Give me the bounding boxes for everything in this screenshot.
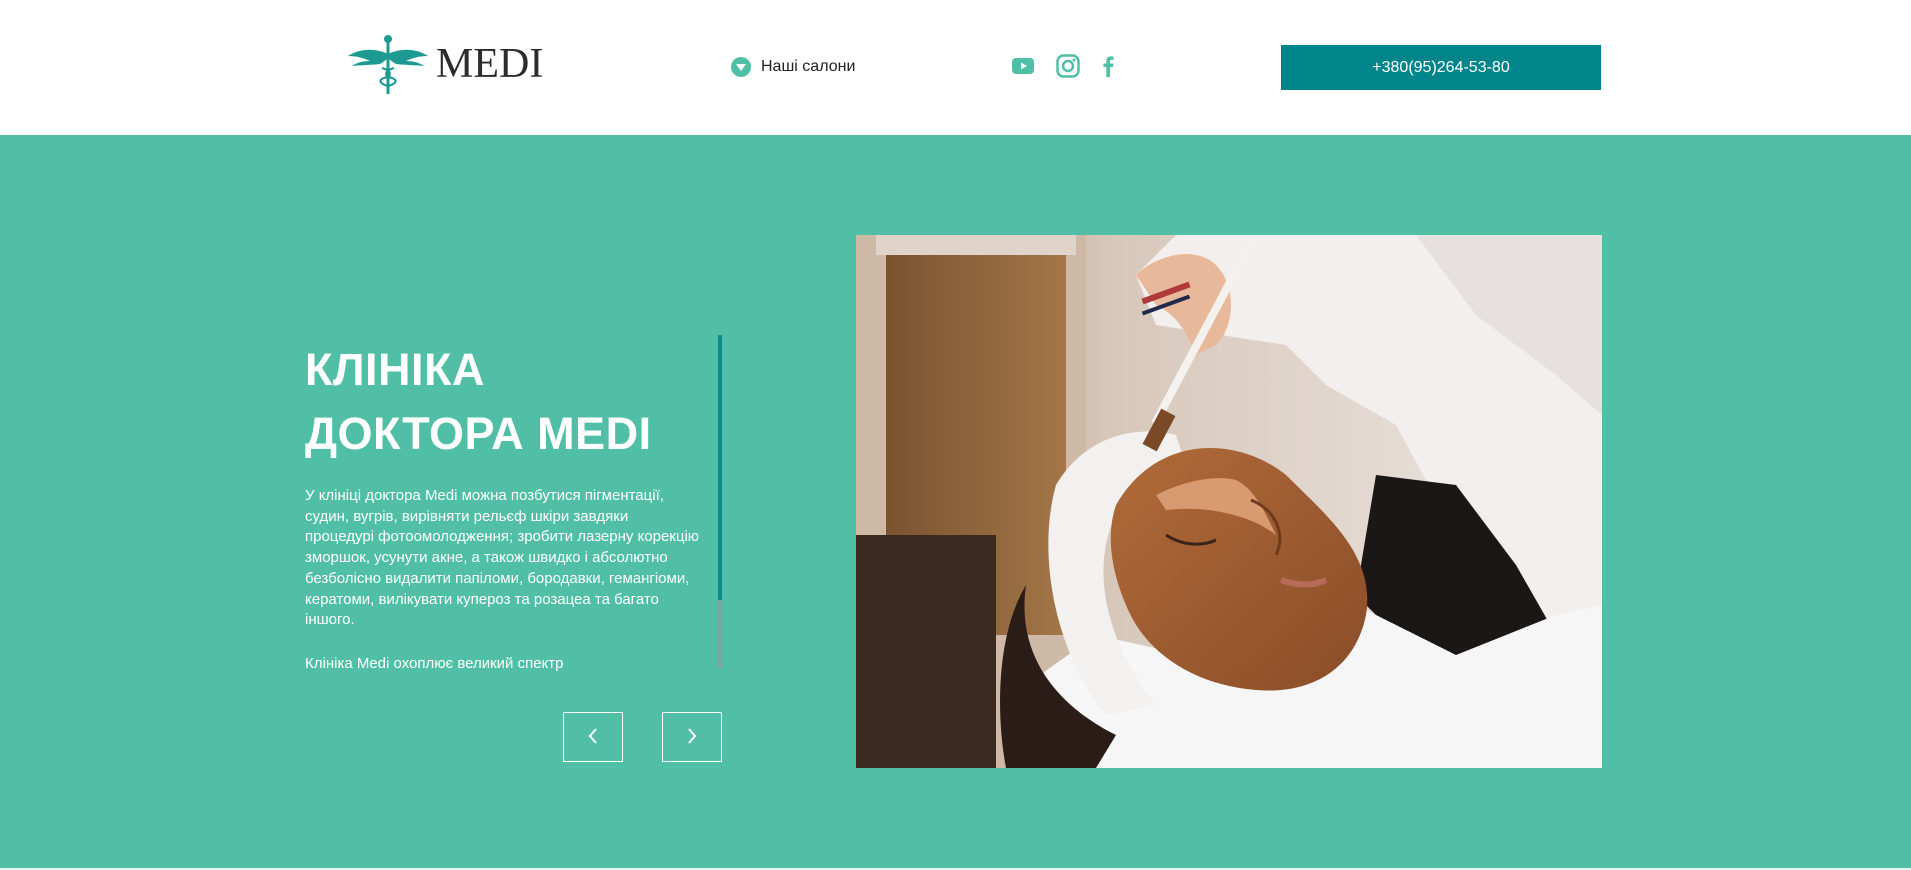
salons-dropdown[interactable]: Наші салони <box>731 57 855 77</box>
logo[interactable]: MEDI <box>346 34 543 94</box>
text-scrollbar-thumb[interactable] <box>718 335 722 600</box>
site-header: MEDI Наші салони +380(95)264-53-80 <box>0 0 1911 135</box>
phone-button[interactable]: +380(95)264-53-80 <box>1281 45 1601 90</box>
hero-title-line1: КЛІНІКА <box>305 344 486 395</box>
chevron-right-icon <box>686 727 698 748</box>
hero-title-line2: ДОКТОРА MEDI <box>305 408 652 459</box>
chevron-left-icon <box>587 727 599 748</box>
slider-prev-button[interactable] <box>563 712 623 762</box>
hero-title: КЛІНІКА ДОКТОРА MEDI <box>305 338 705 466</box>
social-links <box>1012 54 1114 78</box>
facebook-icon[interactable] <box>1102 55 1114 77</box>
caduceus-icon <box>346 34 430 94</box>
hero-description: У клініці доктора Medi можна позбутися п… <box>305 487 700 629</box>
instagram-icon[interactable] <box>1056 54 1080 78</box>
salons-label: Наші салони <box>761 58 856 75</box>
logo-text: MEDI <box>436 41 544 87</box>
hero-photo <box>856 235 1602 768</box>
chevron-down-circle-icon <box>731 57 751 77</box>
hero-more-text: Клініка Medi охоплює великий спектр <box>305 655 564 672</box>
slider-next-button[interactable] <box>662 712 722 762</box>
youtube-icon[interactable] <box>1012 58 1034 74</box>
